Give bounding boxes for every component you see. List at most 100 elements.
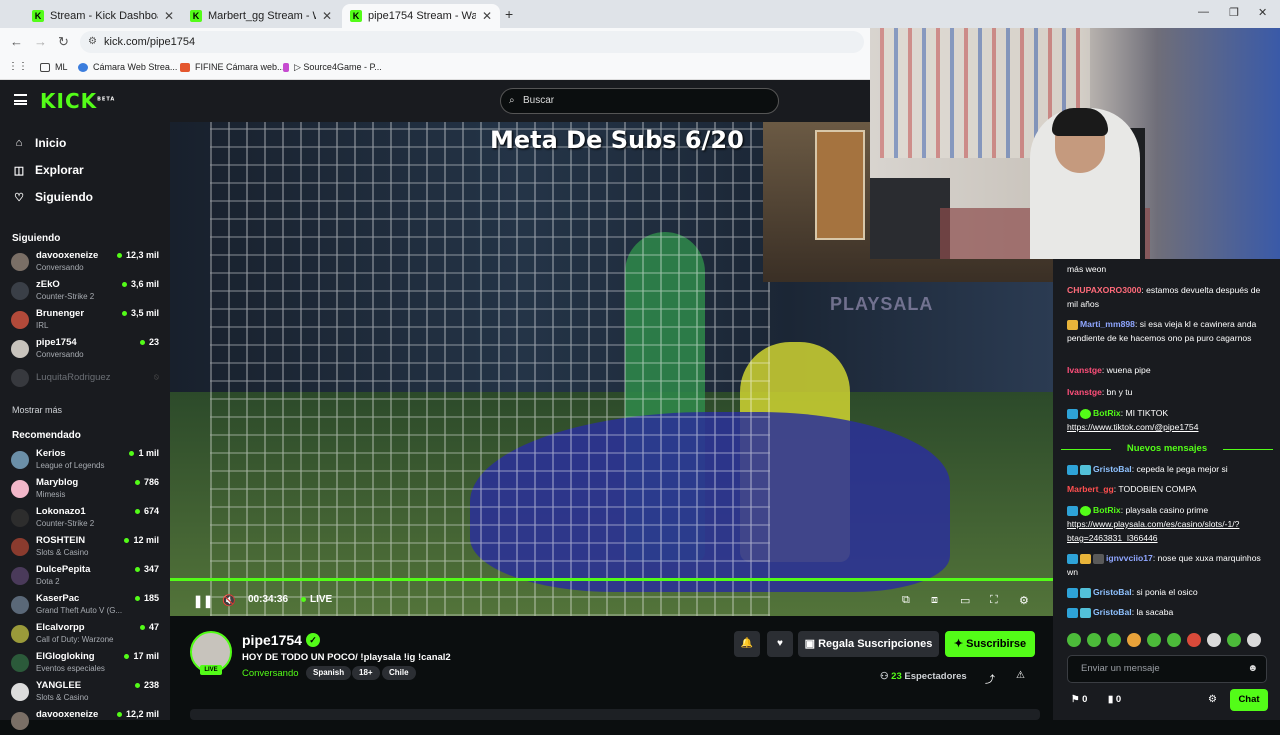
clip-icon[interactable]: ⧈ [931, 594, 938, 607]
tag-language[interactable]: Spanish [306, 666, 352, 680]
chat-username[interactable]: CHUPAXORO3000 [1067, 285, 1141, 295]
chat-username[interactable]: Marti_mm898 [1080, 319, 1135, 329]
pip-icon[interactable]: ⧉ [902, 594, 910, 607]
reload-icon[interactable]: ↻ [58, 34, 69, 50]
chat-username[interactable]: GristoBal [1093, 607, 1132, 617]
recommended-channel[interactable]: davooxeneize 12,2 mil [11, 709, 161, 735]
theater-icon[interactable]: ▭ [960, 594, 970, 607]
new-messages-divider[interactable]: Nuevos mensajes [1061, 443, 1273, 454]
recommended-channel[interactable]: ElGlogloking Eventos especiales 17 mil [11, 651, 161, 677]
chat-send-button[interactable]: Chat [1230, 689, 1268, 711]
points-indicator[interactable]: ⚑ 0 [1071, 694, 1087, 705]
following-channel[interactable]: pipe1754 Conversando 23 [11, 337, 161, 363]
site-info-icon[interactable]: ⚙ [88, 31, 97, 53]
show-more-link[interactable]: Mostrar más [12, 405, 62, 415]
search-input[interactable]: ⌕ Buscar [500, 88, 779, 114]
forward-icon[interactable]: → [34, 34, 47, 49]
emote-icon[interactable] [1067, 633, 1081, 647]
bot-badge-icon [1067, 505, 1078, 516]
channel-avatar [11, 311, 29, 329]
bookmark-camara[interactable]: Cámara Web Strea... [78, 62, 177, 72]
following-channel[interactable]: davooxeneize Conversando 12,3 mil [11, 250, 161, 276]
channel-avatar [11, 253, 29, 271]
emote-icon[interactable] [1247, 633, 1261, 647]
bookmark-fifine[interactable]: FIFINE Cámara web... [180, 62, 285, 72]
close-tab-icon[interactable]: ✕ [322, 9, 332, 23]
recommended-channel[interactable]: Elcalvorpp Call of Duty: Warzone 47 [11, 622, 161, 648]
following-channel[interactable]: Brunenger IRL 3,5 mil [11, 308, 161, 334]
emote-icon[interactable] [1167, 633, 1181, 647]
chat-settings-icon[interactable]: ⚙ [1208, 694, 1217, 705]
playsala-watermark: PLAYSALA [830, 294, 934, 314]
back-icon[interactable]: ← [10, 34, 23, 49]
minimize-icon[interactable]: — [1198, 6, 1209, 18]
kick-logo[interactable]: KICKBETA [40, 89, 115, 113]
emoji-icon[interactable]: ☻ [1247, 656, 1258, 682]
channel-name: ElGlogloking [36, 651, 95, 662]
pause-icon[interactable]: ❚❚ [193, 594, 213, 608]
recommended-channel[interactable]: Lokonazo1 Counter-Strike 2 674 [11, 506, 161, 532]
chat-username[interactable]: Ivanstge [1067, 365, 1102, 375]
channel-category: Call of Duty: Warzone [36, 635, 114, 644]
browser-tab-dashboard[interactable]: K Stream - Kick Dashboard ✕ [24, 4, 182, 28]
close-tab-icon[interactable]: ✕ [482, 9, 492, 23]
tag-country[interactable]: Chile [382, 666, 416, 680]
chat-username[interactable]: BotRix [1093, 408, 1121, 418]
nav-explorar[interactable]: ◫ Explorar [12, 163, 84, 177]
recommended-channel[interactable]: DulcePepita Dota 2 347 [11, 564, 161, 590]
emote-icon[interactable] [1147, 633, 1161, 647]
chat-message: CHUPAXORO3000: estamos devuelta después … [1067, 283, 1273, 311]
gift-subs-button[interactable]: ▣ Regala Suscripciones [798, 631, 939, 657]
close-tab-icon[interactable]: ✕ [164, 9, 174, 23]
chat-link[interactable]: https://www.tiktok.com/@pipe1754 [1067, 422, 1198, 432]
following-channel[interactable]: LuquitaRodriguez ⦸ [11, 366, 161, 392]
report-icon[interactable]: ⚠ [1016, 670, 1025, 681]
recommended-channel[interactable]: KaserPac Grand Theft Auto V (G... 185 [11, 593, 161, 619]
browser-tab-marbert[interactable]: K Marbert_gg Stream - Watch Liv ✕ [182, 4, 340, 28]
chat-username[interactable]: Ivanstge [1067, 387, 1102, 397]
settings-icon[interactable]: ⚙ [1019, 594, 1029, 607]
emote-icon[interactable] [1107, 633, 1121, 647]
subscribe-button[interactable]: ✦ Suscribirse [945, 631, 1035, 657]
chat-username[interactable]: GristoBal [1093, 464, 1132, 474]
mute-icon[interactable]: 🔇 [222, 594, 236, 607]
fullscreen-icon[interactable]: ⛶ [990, 594, 998, 607]
stream-category[interactable]: Conversando [242, 668, 299, 679]
apps-grid-icon[interactable]: ⋮⋮ [8, 61, 28, 72]
subs-indicator[interactable]: ▮ 0 [1108, 694, 1121, 705]
tag-age[interactable]: 18+ [352, 666, 380, 680]
close-window-icon[interactable]: ✕ [1258, 6, 1267, 19]
chat-link[interactable]: https://www.playsala.com/es/casino/slots… [1067, 519, 1239, 543]
share-icon[interactable]: ⤴ [985, 671, 995, 686]
bookmark-source4game[interactable]: ▷ Source4Game - P... [283, 62, 382, 73]
recommended-channel[interactable]: ROSHTEIN Slots & Casino 12 mil [11, 535, 161, 561]
progress-bar[interactable] [170, 578, 1053, 581]
chat-message: GristoBal: la sacaba [1067, 605, 1273, 619]
recommended-channel[interactable]: YANGLEE Slots & Casino 238 [11, 680, 161, 706]
chat-input[interactable]: Enviar un mensaje ☻ [1067, 655, 1267, 683]
nav-siguiendo[interactable]: ♡ Siguiendo [12, 190, 93, 204]
channel-name[interactable]: pipe1754 [242, 632, 302, 648]
browser-tab-pipe[interactable]: K pipe1754 Stream - Watch Live c ✕ [342, 4, 500, 28]
recommended-channel[interactable]: Maryblog Mimesis 786 [11, 477, 161, 503]
emote-icon[interactable] [1087, 633, 1101, 647]
url-input[interactable]: ⚙ kick.com/pipe1754 [80, 31, 864, 53]
maximize-icon[interactable]: ❐ [1229, 6, 1239, 19]
new-tab-icon[interactable]: + [505, 6, 513, 22]
follow-button[interactable]: ♥ [767, 631, 793, 657]
emote-icon[interactable] [1207, 633, 1221, 647]
recommended-channel[interactable]: Kerios League of Legends 1 mil [11, 448, 161, 474]
menu-icon[interactable] [14, 94, 27, 105]
home-icon: ⌂ [15, 137, 23, 149]
emote-icon[interactable] [1187, 633, 1201, 647]
chat-username[interactable]: ignvvciio17 [1106, 553, 1153, 563]
following-channel[interactable]: zEkO Counter-Strike 2 3,6 mil [11, 279, 161, 305]
notification-bell-button[interactable]: 🔔 [734, 631, 760, 657]
emote-icon[interactable] [1127, 633, 1141, 647]
nav-inicio[interactable]: ⌂ Inicio [12, 136, 67, 150]
bookmark-ml[interactable]: ML [40, 62, 68, 72]
emote-icon[interactable] [1227, 633, 1241, 647]
chat-username[interactable]: Marbert_gg [1067, 484, 1114, 494]
chat-username[interactable]: BotRix [1093, 505, 1121, 515]
chat-username[interactable]: GristoBal [1093, 587, 1132, 597]
